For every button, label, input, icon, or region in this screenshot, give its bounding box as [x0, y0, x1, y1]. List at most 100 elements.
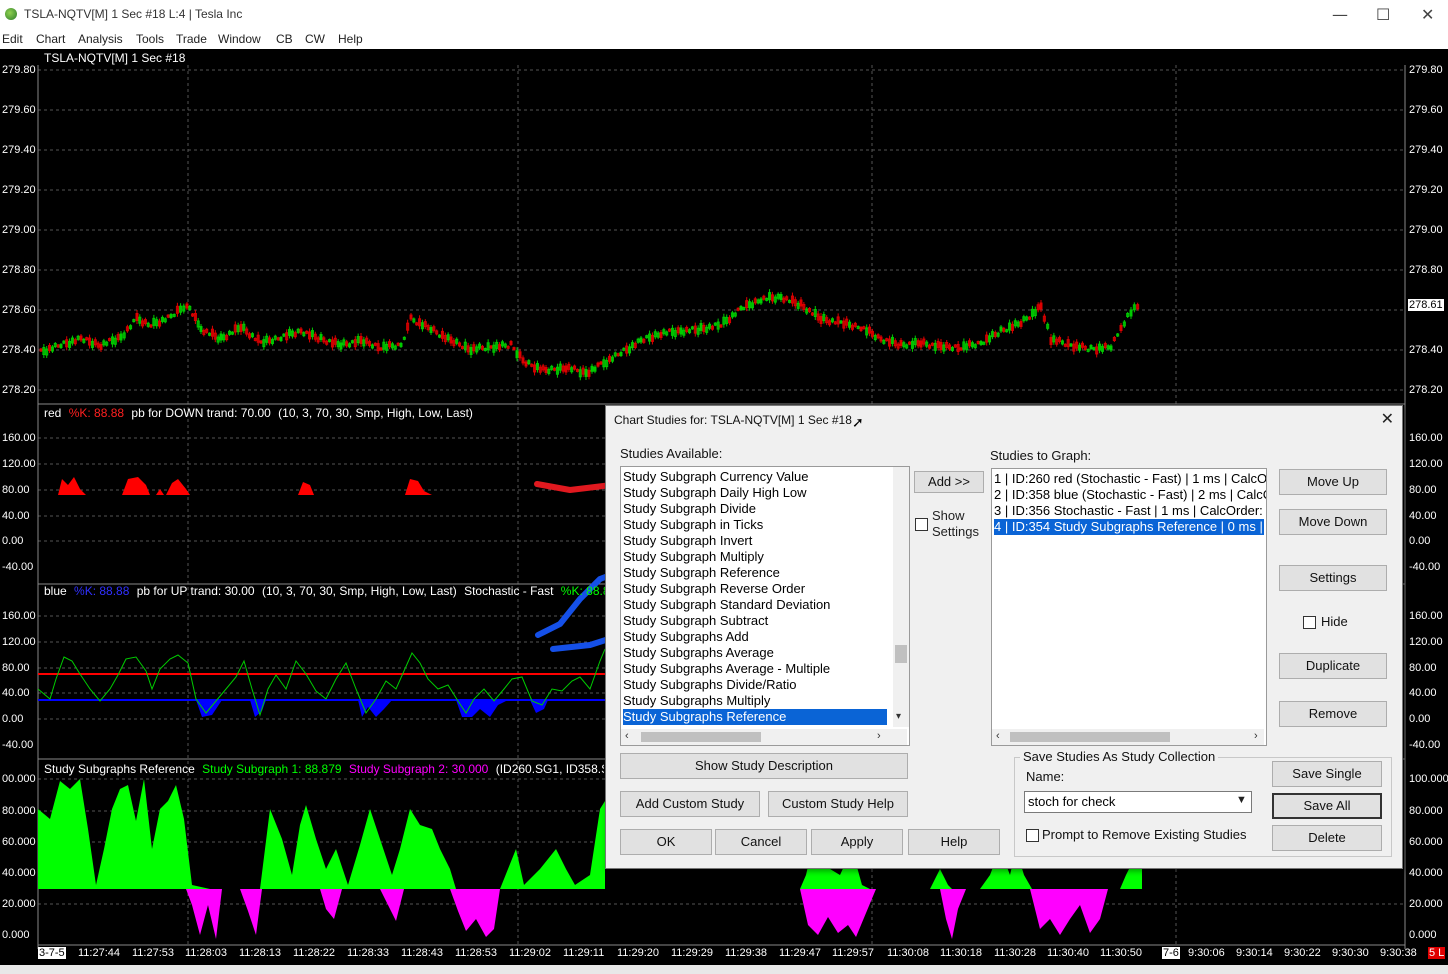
- studies-to-graph-list[interactable]: 1 | ID:260 red (Stochastic - Fast) | 1 m…: [991, 468, 1267, 746]
- prompt-remove-checkbox[interactable]: [1026, 829, 1039, 842]
- list-item[interactable]: Study Subgraphs Add: [623, 629, 749, 645]
- list-item[interactable]: Study Subgraph Multiply: [623, 549, 764, 565]
- save-single-button[interactable]: Save Single: [1272, 761, 1382, 787]
- list-item[interactable]: Study Subgraph Currency Value: [623, 469, 808, 485]
- scroll-thumb[interactable]: [895, 645, 907, 663]
- delete-button[interactable]: Delete: [1272, 825, 1382, 851]
- horizontal-scroll-strip[interactable]: [0, 965, 1448, 974]
- dialog-close-button[interactable]: ✕: [1381, 409, 1394, 428]
- left-axis: 279.80 279.60 279.40 279.20 279.00 278.8…: [0, 49, 38, 965]
- save-all-button[interactable]: Save All: [1272, 793, 1382, 819]
- list-item[interactable]: Study Subgraphs Average: [623, 645, 774, 661]
- menu-tools[interactable]: Tools: [136, 32, 164, 46]
- settings-button[interactable]: Settings: [1279, 565, 1387, 591]
- price-label: 279.60: [2, 104, 36, 116]
- list-item[interactable]: Study Subgraph in Ticks: [623, 517, 763, 533]
- studies-available-list[interactable]: Study Subgraph Currency Value Study Subg…: [620, 466, 910, 746]
- list-item[interactable]: 2 | ID:358 blue (Stochastic - Fast) | 2 …: [994, 487, 1266, 503]
- time-label: 9:30:38: [1380, 947, 1417, 959]
- time-label: 11:30:50: [1100, 947, 1143, 959]
- close-button[interactable]: ✕: [1421, 5, 1434, 24]
- list-item[interactable]: Study Subgraph Standard Deviation: [623, 597, 830, 613]
- duplicate-button[interactable]: Duplicate: [1279, 653, 1387, 679]
- list-item[interactable]: Study Subgraph Subtract: [623, 613, 768, 629]
- current-price-tag: 278.61: [1408, 299, 1444, 311]
- app-globe-icon: [5, 8, 17, 20]
- horizontal-scrollbar[interactable]: ‹ ›: [992, 729, 1264, 745]
- custom-study-help-button[interactable]: Custom Study Help: [768, 791, 908, 817]
- date-tag: 7-6: [1162, 947, 1180, 959]
- chart-header: TSLA-NQTV[M] 1 Sec #18: [44, 51, 186, 65]
- study2-name: blue: [44, 584, 67, 598]
- study2-axis-label: 80.00: [2, 662, 30, 674]
- menu-edit[interactable]: Edit: [2, 32, 23, 46]
- menu-window[interactable]: Window: [218, 32, 261, 46]
- move-up-button[interactable]: Move Up: [1279, 469, 1387, 495]
- chevron-left-icon[interactable]: ‹: [996, 730, 1000, 742]
- list-item[interactable]: 3 | ID:356 Stochastic - Fast | 1 ms | Ca…: [994, 503, 1266, 519]
- list-item[interactable]: Study Subgraphs Average - Multiple: [623, 661, 830, 677]
- remove-button[interactable]: Remove: [1279, 701, 1387, 727]
- menu-cw[interactable]: CW: [305, 32, 325, 46]
- menu-analysis[interactable]: Analysis: [78, 32, 123, 46]
- list-item[interactable]: Study Subgraph Divide: [623, 501, 756, 517]
- chevron-down-icon[interactable]: ▾: [896, 711, 901, 722]
- apply-button[interactable]: Apply: [811, 829, 903, 855]
- studies-to-graph-label: Studies to Graph:: [990, 448, 1092, 463]
- time-label: 11:28:13: [239, 947, 282, 959]
- price-label: 278.80: [2, 264, 36, 276]
- study1-axis-label: 0.00: [2, 535, 24, 547]
- price-label: 279.40: [2, 144, 36, 156]
- move-down-button[interactable]: Move Down: [1279, 509, 1387, 535]
- add-custom-study-button[interactable]: Add Custom Study: [620, 791, 760, 817]
- list-item[interactable]: Study Subgraph Daily High Low: [623, 485, 807, 501]
- list-item-selected[interactable]: Study Subgraphs Reference: [623, 709, 887, 725]
- show-settings-checkbox[interactable]: [915, 518, 928, 531]
- horizontal-scrollbar[interactable]: ‹ ›: [621, 729, 907, 745]
- price-label: 279.20: [2, 184, 36, 196]
- list-item-selected[interactable]: 4 | ID:354 Study Subgraphs Reference | 0…: [994, 519, 1264, 535]
- study1-params: (10, 3, 70, 30, Smp, High, Low, Last): [278, 406, 473, 420]
- vertical-scrollbar[interactable]: ▾: [893, 467, 909, 727]
- list-item[interactable]: Study Subgraphs Multiply: [623, 693, 770, 709]
- show-study-description-button[interactable]: Show Study Description: [620, 753, 908, 779]
- menu-help[interactable]: Help: [338, 32, 363, 46]
- time-label: 11:29:38: [725, 947, 768, 959]
- chevron-right-icon[interactable]: ›: [1254, 730, 1258, 742]
- study1-axis-label: 40.00: [2, 510, 30, 522]
- study3-name: Study Subgraphs Reference: [44, 762, 195, 776]
- list-item[interactable]: Study Subgraphs Divide/Ratio: [623, 677, 796, 693]
- menu-chart[interactable]: Chart: [36, 32, 65, 46]
- minimize-button[interactable]: —: [1332, 5, 1348, 24]
- chevron-down-icon[interactable]: ▼: [1236, 794, 1247, 806]
- hide-checkbox[interactable]: [1303, 616, 1316, 629]
- study3-sg2: Study Subgraph 2: 30.000: [348, 762, 489, 776]
- menu-trade[interactable]: Trade: [176, 32, 207, 46]
- study3-axis-label: 40.000: [2, 867, 36, 879]
- chevron-left-icon[interactable]: ‹: [625, 730, 629, 742]
- menu-cb[interactable]: CB: [276, 32, 293, 46]
- chart-studies-dialog: Chart Studies for: TSLA-NQTV[M] 1 Sec #1…: [605, 405, 1403, 869]
- cancel-button[interactable]: Cancel: [715, 829, 807, 855]
- study1-k-value: %K: 88.88: [68, 406, 125, 420]
- list-item[interactable]: Study Subgraph Invert: [623, 533, 752, 549]
- study1-axis-label: 40.00: [1409, 510, 1437, 522]
- collection-name-select[interactable]: stoch for check: [1024, 791, 1252, 813]
- study3-axis-label: 0.000: [1409, 929, 1437, 941]
- scroll-thumb[interactable]: [641, 732, 761, 742]
- study3-axis-label: 80.000: [2, 805, 36, 817]
- list-item[interactable]: 1 | ID:260 red (Stochastic - Fast) | 1 m…: [994, 471, 1266, 487]
- scroll-thumb[interactable]: [1010, 732, 1170, 742]
- price-label: 278.20: [2, 384, 36, 396]
- list-item[interactable]: Study Subgraph Reference: [623, 565, 780, 581]
- study2-params: (10, 3, 70, 30, Smp, High, Low, Last): [261, 584, 457, 598]
- add-button[interactable]: Add >>: [914, 471, 984, 493]
- ok-button[interactable]: OK: [620, 829, 712, 855]
- study2-axis-label: 160.00: [2, 610, 36, 622]
- help-button[interactable]: Help: [908, 829, 1000, 855]
- time-label: 11:29:20: [617, 947, 660, 959]
- maximize-button[interactable]: ☐: [1376, 5, 1390, 24]
- study1-axis-label: -40.00: [2, 561, 34, 573]
- chevron-right-icon[interactable]: ›: [877, 730, 881, 742]
- list-item[interactable]: Study Subgraph Reverse Order: [623, 581, 805, 597]
